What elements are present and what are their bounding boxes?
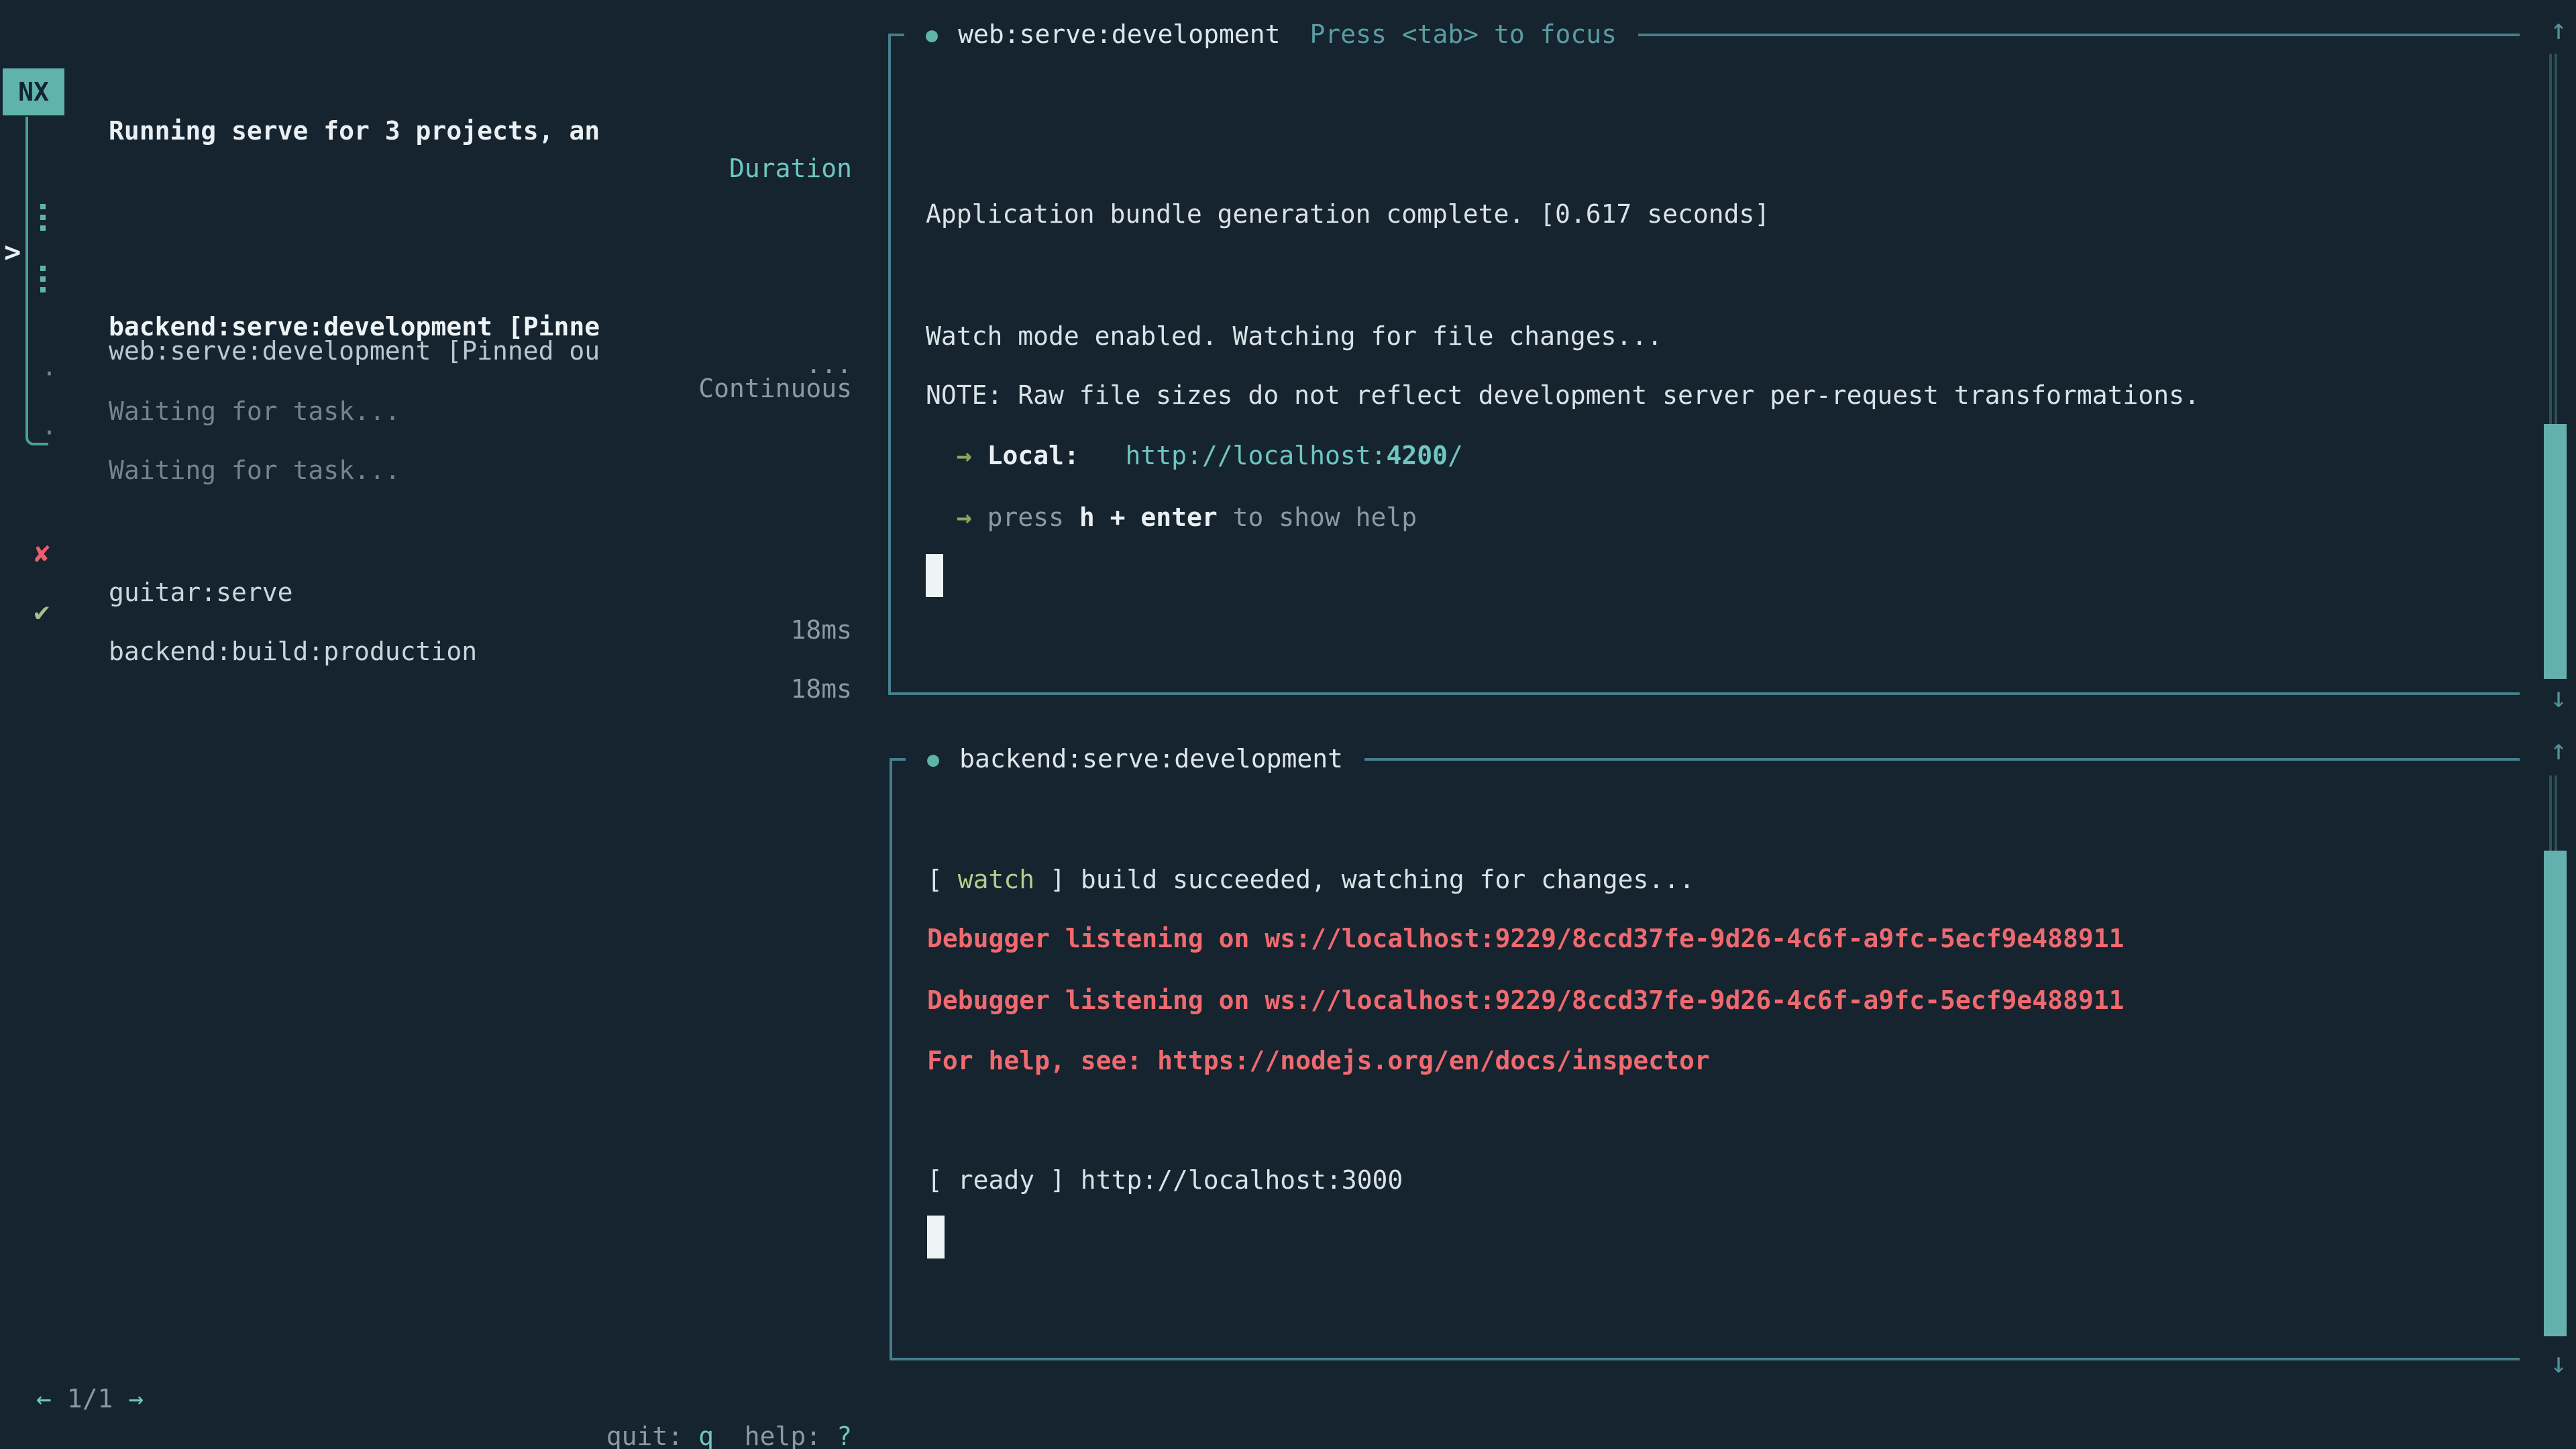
- quit-key: q: [698, 1422, 714, 1449]
- task-duration: 18ms: [790, 671, 852, 708]
- url-suffix[interactable]: /: [1448, 441, 1463, 471]
- output-line-watch: [ watch ] build succeeded, watching for …: [927, 861, 1695, 899]
- terminal-cursor: [927, 1216, 945, 1258]
- waiting-dot-icon: ·: [42, 415, 57, 452]
- scrollbar-thumb[interactable]: [2544, 851, 2567, 1336]
- scroll-up-icon[interactable]: ↑: [2540, 11, 2576, 48]
- scroll-down-icon[interactable]: ↓: [2540, 1344, 2576, 1382]
- scrollbar-track[interactable]: [2549, 54, 2557, 424]
- scroll-down-icon[interactable]: ↓: [2540, 679, 2576, 716]
- scrollbar-track[interactable]: [2549, 775, 2557, 851]
- output-line-local-url: → Local: http://localhost:4200/: [926, 437, 1463, 475]
- pager-next-icon[interactable]: →: [128, 1385, 144, 1414]
- bracket-close: ]: [1034, 865, 1065, 895]
- tasklist-title: Running serve for 3 projects, an: [109, 113, 600, 150]
- output-line: Watch mode enabled. Watching for file ch…: [926, 318, 1662, 356]
- output-line-help-hint: → press h + enter to show help: [926, 499, 1417, 537]
- help-pre: press: [972, 503, 1079, 533]
- bracket-open: [: [927, 865, 958, 895]
- pager-prev-icon[interactable]: ←: [36, 1385, 52, 1414]
- duration-column-label: Duration: [729, 150, 852, 188]
- task-bullet-icon: ●: [926, 15, 938, 55]
- gap: [1079, 441, 1126, 471]
- task-bullet-icon: ●: [927, 739, 939, 780]
- ready-line: [ ready ] http://localhost:3000: [927, 1162, 1403, 1199]
- panel-title-bar: ● backend:serve:development: [906, 739, 1364, 780]
- debugger-line: Debugger listening on ws://localhost:922…: [927, 920, 2125, 958]
- task-row-waiting-1: · Waiting for task...: [0, 318, 869, 356]
- watch-message: build succeeded, watching for changes...: [1065, 865, 1695, 895]
- indent: [926, 441, 957, 471]
- localhost-url[interactable]: http://localhost:: [1126, 441, 1387, 471]
- help-keys: h + enter: [1079, 503, 1218, 533]
- help-label: help:: [745, 1422, 821, 1449]
- focus-hint: Press <tab> to focus: [1310, 15, 1617, 55]
- task-row-backend-serve[interactable]: > backend:serve:development [Pinne ...: [0, 196, 869, 233]
- help-key: ?: [837, 1422, 852, 1449]
- pager-page-indicator: 1/1: [67, 1385, 113, 1414]
- sidebar-footer: ← 1/1 → quit: q help: ?: [0, 1343, 869, 1381]
- local-label: Local:: [987, 441, 1079, 471]
- output-panel-web-serve[interactable]: ● web:serve:development Press <tab> to f…: [888, 34, 2520, 695]
- terminal-cursor: [926, 554, 943, 597]
- task-label: backend:build:production: [109, 633, 477, 671]
- pager: ← 1/1 →: [36, 1381, 144, 1418]
- arrow-icon: →: [957, 441, 972, 471]
- task-duration: 18ms: [790, 612, 852, 649]
- tasklist-header: Running serve for 3 projects, an Duratio…: [0, 75, 869, 113]
- running-spinner-icon: [40, 260, 46, 298]
- indent: [926, 503, 957, 533]
- watch-tag: watch: [958, 865, 1034, 895]
- output-line: NOTE: Raw file sizes do not reflect deve…: [926, 377, 2200, 415]
- nx-tui-app: NX Running serve for 3 projects, an Dura…: [0, 0, 2576, 1449]
- task-row-web-serve[interactable]: web:serve:development [Pinned ou Continu…: [0, 258, 869, 295]
- task-row-waiting-2: · Waiting for task...: [0, 377, 869, 415]
- task-row-backend-build[interactable]: ✔ backend:build:production 18ms: [0, 558, 869, 596]
- panel-title: web:serve:development: [958, 15, 1280, 55]
- arrow-icon: →: [957, 503, 972, 533]
- scrollbar-thumb[interactable]: [2544, 424, 2567, 679]
- task-row-guitar-serve[interactable]: ✘ guitar:serve 18ms: [0, 499, 869, 537]
- success-check-icon: ✔: [32, 596, 52, 633]
- help-post: to show help: [1218, 503, 1417, 533]
- output-panel-backend-serve[interactable]: ● backend:serve:development [ watch ] bu…: [890, 758, 2520, 1360]
- inspector-help-line: For help, see: https://nodejs.org/en/doc…: [927, 1042, 1710, 1080]
- task-label: Waiting for task...: [109, 452, 400, 490]
- running-spinner-icon: [40, 199, 46, 236]
- panel-title-bar: ● web:serve:development Press <tab> to f…: [904, 15, 1638, 55]
- panel-title: backend:serve:development: [959, 739, 1343, 780]
- space: [972, 441, 987, 471]
- quit-label: quit:: [606, 1422, 683, 1449]
- debugger-line: Debugger listening on ws://localhost:922…: [927, 982, 2125, 1020]
- output-line: Application bundle generation complete. …: [926, 196, 1770, 233]
- localhost-port[interactable]: 4200: [1386, 441, 1448, 471]
- keyboard-hints: quit: q help: ?: [606, 1418, 852, 1449]
- scroll-up-icon[interactable]: ↑: [2540, 731, 2576, 769]
